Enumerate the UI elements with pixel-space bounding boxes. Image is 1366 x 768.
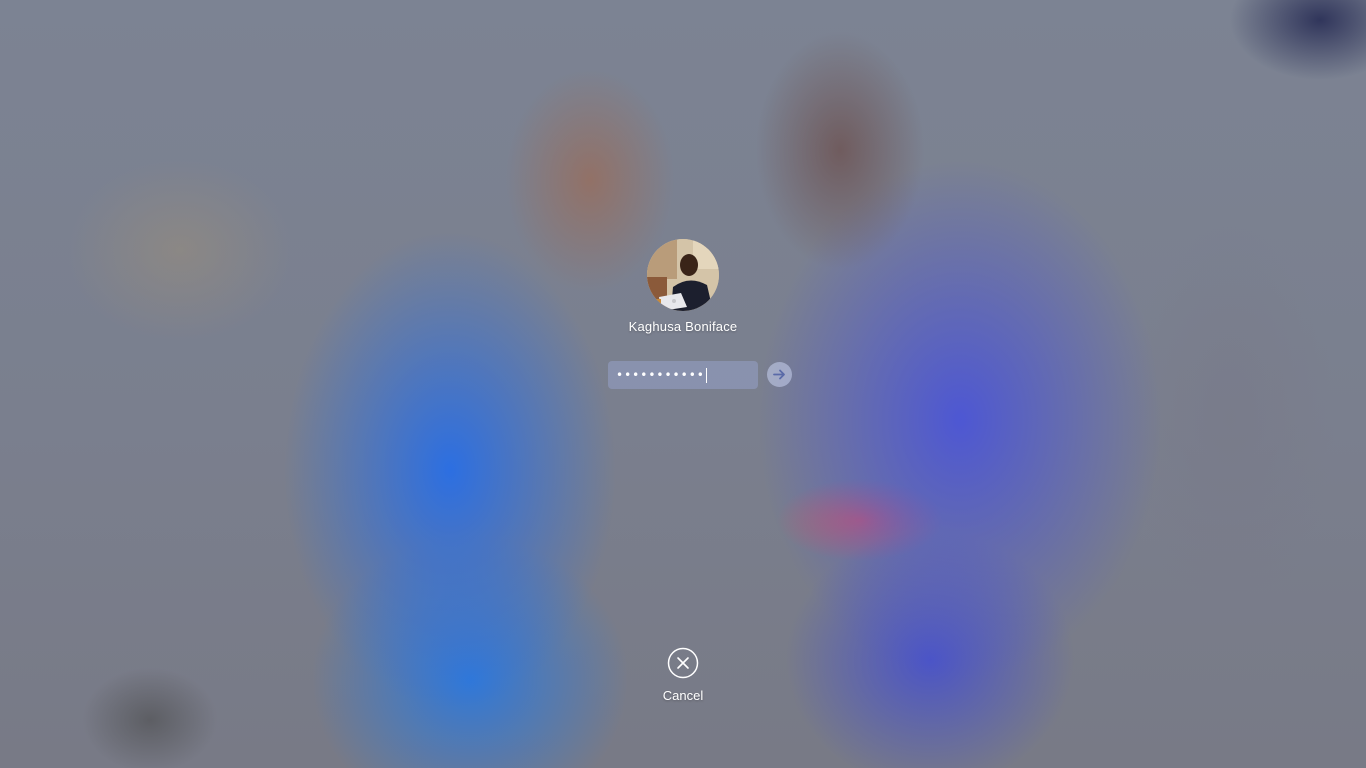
password-mask: ••••••••••• [616,368,705,382]
login-panel: Kaghusa Boniface ••••••••••• Cancel [0,0,1366,768]
user-name: Kaghusa Boniface [628,319,738,334]
password-field[interactable]: ••••••••••• [608,361,758,389]
login-submit-button[interactable] [767,362,792,387]
text-caret [705,367,707,383]
arrow-right-icon [773,369,785,380]
cancel-button[interactable]: Cancel [633,646,733,706]
avatar-photo [647,239,719,311]
user-avatar[interactable] [647,239,719,311]
cancel-label: Cancel [662,688,704,703]
lock-screen: Kaghusa Boniface ••••••••••• Cancel [0,0,1366,768]
close-circle-icon [667,647,699,679]
